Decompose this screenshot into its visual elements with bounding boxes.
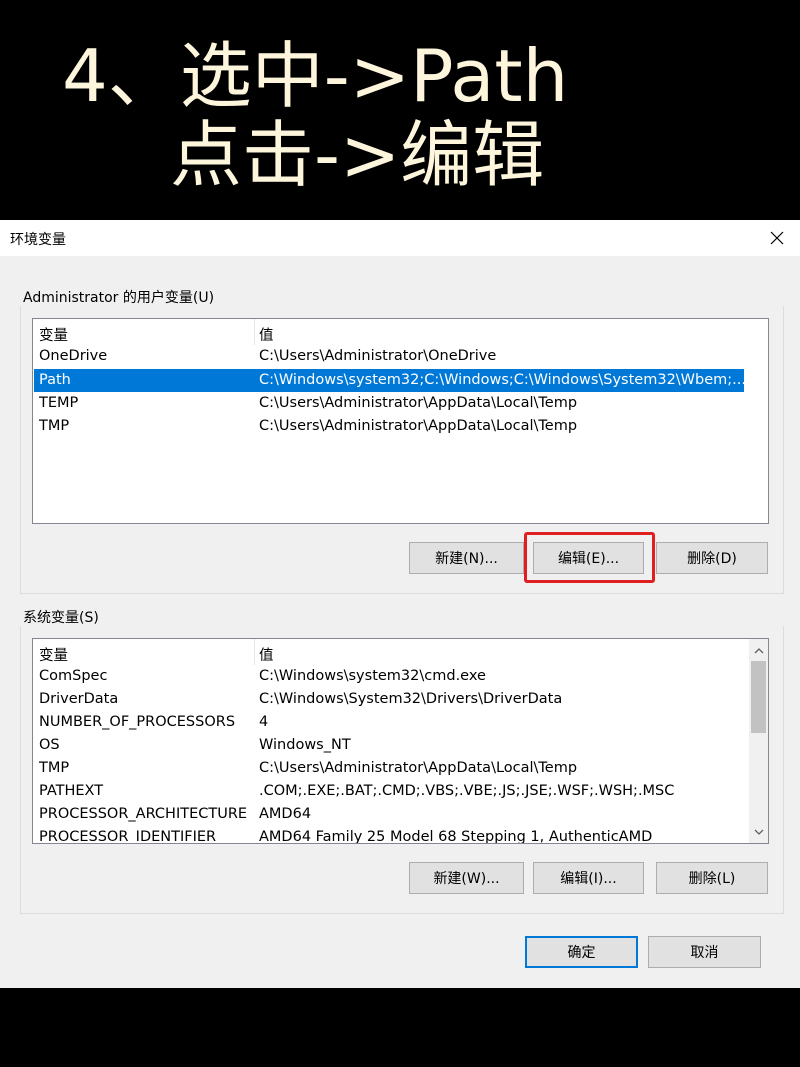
list-item[interactable]: PATHEXT .COM;.EXE;.BAT;.CMD;.VBS;.VBE;.J… [33, 780, 768, 803]
variable-name: OneDrive [39, 348, 108, 364]
bottom-black-strip [0, 988, 800, 1067]
column-header-variable[interactable]: 变量 [39, 324, 68, 345]
vertical-scrollbar[interactable] [749, 639, 768, 843]
close-button[interactable] [754, 220, 800, 256]
list-item[interactable]: TMP C:\Users\Administrator\AppData\Local… [33, 757, 768, 780]
environment-variables-dialog: 环境变量 Administrator 的用户变量(U) 变量 值 OneDriv… [0, 220, 800, 988]
system-variables-list[interactable]: 变量 值 ComSpec C:\Windows\system32\cmd.exe… [32, 638, 769, 844]
variable-name: TMP [39, 760, 70, 776]
column-divider[interactable] [254, 639, 255, 665]
column-header-variable[interactable]: 变量 [39, 644, 68, 665]
variable-name: PROCESSOR_IDENTIFIER [39, 829, 217, 844]
cancel-button[interactable]: 取消 [648, 936, 761, 968]
list-item[interactable]: PROCESSOR_ARCHITECTURE AMD64 [33, 803, 768, 826]
chevron-up-icon [754, 647, 763, 653]
list-header[interactable]: 变量 值 [33, 319, 768, 345]
dialog-title: 环境变量 [10, 232, 66, 248]
variable-name: TMP [39, 418, 70, 434]
system-new-button[interactable]: 新建(W)... [409, 862, 524, 894]
user-new-button[interactable]: 新建(N)... [409, 542, 524, 574]
list-item-selected[interactable]: Path C:\Windows\system32;C:\Windows;C:\W… [34, 369, 746, 392]
variable-value: AMD64 [259, 806, 312, 822]
list-header[interactable]: 变量 值 [33, 639, 751, 665]
variable-value: 4 [259, 714, 269, 730]
user-variables-label: Administrator 的用户变量(U) [23, 290, 215, 306]
variable-name: TEMP [39, 395, 79, 411]
chevron-down-icon [754, 829, 763, 835]
list-item[interactable]: ComSpec C:\Windows\system32\cmd.exe [33, 665, 768, 688]
scroll-down-button[interactable] [749, 822, 768, 841]
variable-value: C:\Users\Administrator\AppData\Local\Tem… [259, 418, 578, 434]
system-delete-button[interactable]: 删除(L) [656, 862, 768, 894]
system-edit-button[interactable]: 编辑(I)... [533, 862, 644, 894]
user-variables-list[interactable]: 变量 值 OneDrive C:\Users\Administrator\One… [32, 318, 769, 524]
variable-name: NUMBER_OF_PROCESSORS [39, 714, 236, 730]
variable-value: .COM;.EXE;.BAT;.CMD;.VBS;.VBE;.JS;.JSE;.… [259, 783, 675, 799]
list-item[interactable]: TEMP C:\Users\Administrator\AppData\Loca… [33, 392, 768, 415]
scroll-thumb[interactable] [751, 661, 766, 733]
banner-action-line: 点击->编辑 [170, 113, 545, 197]
variable-value: AMD64 Family 25 Model 68 Stepping 1, Aut… [259, 829, 653, 844]
variable-name: PROCESSOR_ARCHITECTURE [39, 806, 248, 822]
list-item[interactable]: NUMBER_OF_PROCESSORS 4 [33, 711, 768, 734]
variable-value: C:\Windows\system32;C:\Windows;C:\Window… [259, 372, 746, 388]
system-variables-label: 系统变量(S) [23, 610, 99, 626]
column-header-value[interactable]: 值 [259, 644, 274, 665]
list-item[interactable]: TMP C:\Users\Administrator\AppData\Local… [33, 415, 768, 438]
variable-name: PATHEXT [39, 783, 104, 799]
list-item[interactable]: DriverData C:\Windows\System32\Drivers\D… [33, 688, 768, 711]
title-bar: 环境变量 [0, 220, 800, 256]
scroll-up-button[interactable] [749, 641, 768, 660]
user-delete-button[interactable]: 删除(D) [656, 542, 768, 574]
variable-value: C:\Windows\system32\cmd.exe [259, 668, 486, 684]
variable-value: C:\Windows\System32\Drivers\DriverData [259, 691, 563, 707]
variable-value: C:\Users\Administrator\AppData\Local\Tem… [259, 395, 578, 411]
list-item[interactable]: PROCESSOR_IDENTIFIER AMD64 Family 25 Mod… [33, 826, 768, 844]
highlight-annotation [524, 532, 655, 583]
variable-name: ComSpec [39, 668, 108, 684]
column-divider[interactable] [254, 319, 255, 345]
list-item[interactable]: OneDrive C:\Users\Administrator\OneDrive [33, 345, 768, 368]
variable-value: Windows_NT [259, 737, 351, 753]
variable-name: DriverData [39, 691, 119, 707]
list-item[interactable]: OS Windows_NT [33, 734, 768, 757]
variable-name: Path [39, 372, 71, 388]
close-icon [770, 231, 784, 245]
ok-button[interactable]: 确定 [525, 936, 638, 968]
column-header-value[interactable]: 值 [259, 324, 274, 345]
variable-value: C:\Users\Administrator\AppData\Local\Tem… [259, 760, 578, 776]
instruction-banner: 4、选中->Path 点击->编辑 [0, 0, 800, 220]
variable-value: C:\Users\Administrator\OneDrive [259, 348, 497, 364]
variable-name: OS [39, 737, 60, 753]
banner-step-line: 4、选中->Path [62, 34, 569, 118]
